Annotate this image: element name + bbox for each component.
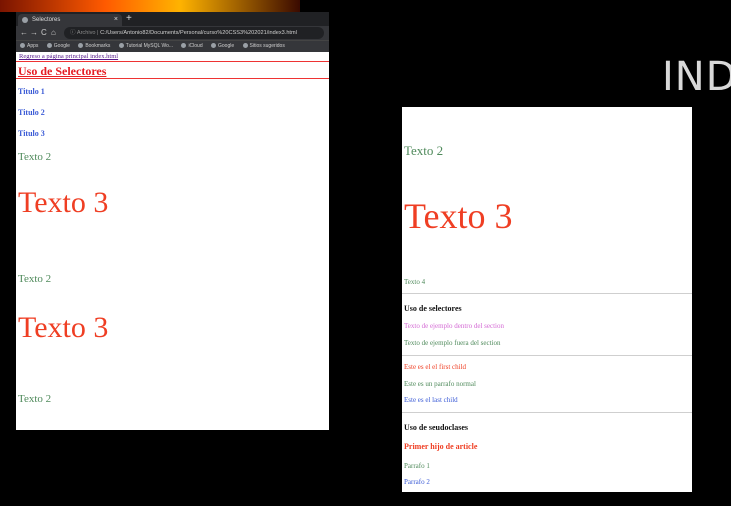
new-tab-button[interactable]: + (126, 12, 132, 26)
back-arrow-icon[interactable]: ← (20, 26, 28, 40)
browser-toolbar: ← → C ⌂ ⓘ Archivo | C:/Users/Antonio82/D… (16, 26, 329, 40)
divider (402, 412, 692, 413)
tab-selectores[interactable]: Selectores × (18, 14, 122, 26)
google-icon (211, 43, 217, 49)
doc-texto-3: Texto 3 (404, 196, 513, 236)
reload-icon[interactable]: C (41, 26, 47, 40)
texto-2-a: Texto 2 (18, 151, 52, 163)
bookmark-google[interactable]: Google (46, 43, 70, 49)
favicon-icon (22, 17, 28, 23)
bookmark-mysql[interactable]: Tutorial MySQL Wo... (118, 43, 173, 49)
back-link[interactable]: Regreso a página principal index.html (19, 53, 118, 60)
texto-3-b: Texto 3 (18, 311, 109, 344)
texto-2-b: Texto 2 (18, 273, 52, 285)
address-bar[interactable]: ⓘ Archivo | C:/Users/Antonio82/Documents… (64, 27, 324, 39)
titulo-3: Titulo 3 (18, 129, 45, 138)
globe-icon (242, 43, 248, 49)
section-heading-selectores: Uso de selectores (404, 304, 462, 313)
titulo-1: Titulo 1 (18, 87, 45, 96)
decorative-flare (0, 0, 300, 12)
first-child-text: Este es el el first child (404, 363, 467, 371)
first-article-child: Primer hijo de article (404, 442, 478, 451)
texto-3-a: Texto 3 (18, 186, 109, 219)
home-icon[interactable]: ⌂ (51, 26, 56, 40)
browser-window: Selectores × + ← → C ⌂ ⓘ Archivo | C:/Us… (16, 12, 329, 430)
google-icon (46, 43, 52, 49)
bookmark-google-2[interactable]: Google (211, 43, 234, 49)
section-heading-seudoclases: Uso de seudoclases (404, 423, 469, 432)
globe-icon (118, 43, 124, 49)
text-outside-section: Texto de ejemplo fuera del section (404, 339, 501, 347)
info-icon: ⓘ Archivo | (70, 30, 99, 36)
divider (402, 293, 692, 294)
texto-2-c: Texto 2 (18, 393, 52, 405)
tab-title: Selectores (32, 17, 61, 23)
rendered-document: Texto 2 Texto 3 Texto 4 Uso de selectore… (402, 107, 692, 492)
bookmark-bookmarks[interactable]: Bookmarks (78, 43, 110, 49)
normal-paragraph: Este es un parrafo normal (404, 380, 476, 388)
close-icon[interactable]: × (114, 14, 118, 26)
bookmarks-bar: Apps Google Bookmarks Tutorial MySQL Wo.… (16, 40, 329, 52)
url-text: C:/Users/Antonio82/Documents/Personal/cu… (100, 30, 297, 36)
slide-title: IND (662, 54, 731, 100)
doc-texto-2: Texto 2 (404, 143, 444, 158)
parrafo-1: Parrafo 1 (404, 462, 430, 470)
parrafo-2: Parrafo 2 (404, 478, 430, 486)
apple-icon (181, 43, 187, 49)
last-child-text: Este es el last child (404, 396, 458, 404)
apps-icon (20, 43, 25, 49)
forward-arrow-icon[interactable]: → (30, 26, 38, 40)
divider (402, 355, 692, 356)
doc-texto-4: Texto 4 (404, 278, 426, 286)
tab-strip: Selectores × + (16, 12, 329, 26)
page-heading: Uso de Selectores (16, 61, 329, 79)
bookmark-suggested[interactable]: Sitios sugeridos (242, 43, 285, 49)
bookmark-icloud[interactable]: iCloud (181, 43, 203, 49)
star-icon (78, 43, 84, 49)
bookmark-apps[interactable]: Apps (20, 43, 38, 49)
text-inside-section: Texto de ejemplo dentro del section (404, 322, 505, 330)
titulo-2: Titulo 2 (18, 108, 45, 117)
